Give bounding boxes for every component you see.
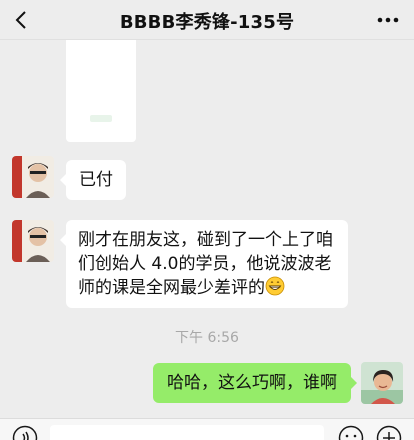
emoji-icon[interactable] (338, 425, 364, 440)
grin-emoji-icon (265, 276, 285, 296)
message-text-line: 师的课是全网最少差评的 (78, 278, 265, 298)
input-bar (0, 418, 414, 440)
voice-icon[interactable] (12, 425, 38, 440)
plus-icon[interactable] (376, 425, 402, 440)
card-thumbnail (90, 115, 112, 122)
message-input[interactable] (50, 425, 324, 440)
avatar[interactable] (12, 156, 54, 198)
message-list: 已付 刚才在朋友这，碰到了一个上了咱 们创始人 4.0的学员，他说波波老 师的课… (0, 40, 414, 418)
message-timestamp: 下午 6:56 (175, 330, 239, 346)
message-bubble[interactable]: 已付 (60, 160, 126, 200)
title-bar: BBBB李秀锋-135号 (0, 0, 414, 40)
message-bubble-self[interactable]: 哈哈，这么巧啊，谁啊 (153, 363, 357, 403)
message-text: 哈哈，这么巧啊，谁啊 (167, 373, 337, 393)
shared-card-message[interactable] (66, 40, 136, 142)
user-avatar-image (361, 362, 403, 404)
message-text-line: 刚才在朋友这，碰到了一个上了咱 (78, 230, 333, 250)
more-dots-icon[interactable] (374, 8, 402, 32)
message-text-line: 们创始人 4.0的学员，他说波波老 (78, 254, 332, 274)
message-bubble[interactable]: 刚才在朋友这，碰到了一个上了咱 们创始人 4.0的学员，他说波波老 师的课是全网… (60, 220, 348, 308)
self-avatar[interactable] (361, 362, 403, 404)
message-text: 已付 (79, 170, 113, 190)
chat-title: BBBB李秀锋-135号 (119, 12, 295, 33)
contact-avatar-image (12, 156, 54, 198)
contact-avatar-image (12, 220, 54, 262)
avatar[interactable] (12, 220, 54, 262)
